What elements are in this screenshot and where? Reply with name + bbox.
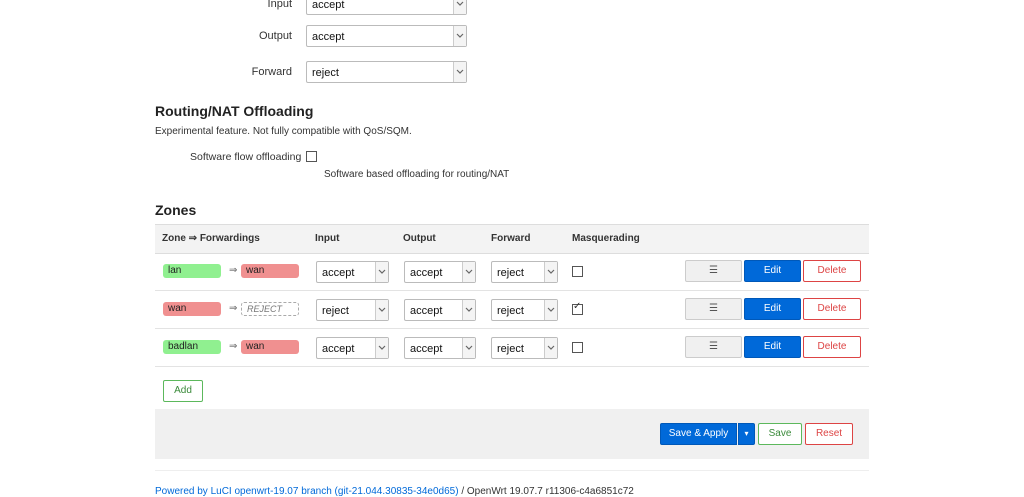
- header-zone: Zone ⇒ Forwardings: [162, 233, 260, 244]
- default-input-row: Input accept: [0, 0, 600, 17]
- default-output-label: Output: [258, 30, 292, 42]
- powered-by: Powered by LuCI openwrt-19.07 branch (gi…: [155, 486, 634, 497]
- chevron-down-icon: [462, 338, 475, 358]
- zone-output-select[interactable]: accept: [404, 337, 476, 359]
- delete-button[interactable]: Delete: [803, 336, 861, 358]
- action-bar: Save & Apply ▾ Save Reset: [155, 409, 869, 459]
- header-input: Input: [315, 233, 340, 244]
- masquerading-checkbox[interactable]: [572, 266, 583, 277]
- default-forward-value: reject: [312, 67, 339, 79]
- zone-badge: lan: [163, 264, 221, 278]
- chevron-down-icon: [544, 262, 557, 282]
- select-value: reject: [497, 305, 524, 317]
- chevron-down-icon: [453, 26, 466, 46]
- add-zone-button[interactable]: Add: [163, 380, 203, 402]
- zone-output-select[interactable]: accept: [404, 299, 476, 321]
- drag-handle-button[interactable]: ☰: [685, 298, 742, 320]
- chevron-down-icon: [544, 338, 557, 358]
- zone-badge: badlan: [163, 340, 221, 354]
- save-apply-button[interactable]: Save & Apply: [660, 423, 737, 445]
- luci-version-link[interactable]: Powered by LuCI openwrt-19.07 branch (gi…: [155, 486, 459, 497]
- zone-row-lan: lan ⇒ wan accept accept reject ☰ Edit De…: [155, 252, 869, 291]
- zone-output-select[interactable]: accept: [404, 261, 476, 283]
- zone-forward-select[interactable]: reject: [491, 261, 558, 283]
- header-masquerading: Masquerading: [572, 233, 640, 244]
- default-output-value: accept: [312, 31, 345, 43]
- zone-row-wan: wan ⇒ REJECT reject accept reject ☰ Edit…: [155, 290, 869, 329]
- zone-input-select[interactable]: accept: [316, 261, 389, 283]
- masquerading-checkbox[interactable]: [572, 342, 583, 353]
- chevron-down-icon: [375, 338, 388, 358]
- forward-badge: wan: [241, 340, 299, 354]
- chevron-down-icon: [462, 300, 475, 320]
- chevron-down-icon: [462, 262, 475, 282]
- edit-button[interactable]: Edit: [744, 260, 801, 282]
- flow-offloading-checkbox[interactable]: [306, 151, 317, 162]
- select-value: reject: [497, 267, 524, 279]
- edit-button[interactable]: Edit: [744, 298, 801, 320]
- forward-badge: wan: [241, 264, 299, 278]
- drag-handle-button[interactable]: ☰: [685, 260, 742, 282]
- default-forward-label: Forward: [251, 66, 292, 78]
- reset-button[interactable]: Reset: [805, 423, 853, 445]
- zones-table-header: Zone ⇒ Forwardings Input Output Forward …: [155, 224, 869, 254]
- save-button[interactable]: Save: [758, 423, 802, 445]
- select-value: reject: [497, 343, 524, 355]
- select-value: accept: [410, 305, 443, 317]
- default-output-select[interactable]: accept: [306, 25, 467, 47]
- masquerading-checkbox[interactable]: [572, 301, 583, 315]
- forward-arrow: ⇒: [229, 341, 238, 352]
- chevron-down-icon: [375, 300, 388, 320]
- forward-arrow: ⇒: [229, 303, 238, 314]
- select-value: accept: [322, 343, 355, 355]
- flow-offloading-hint: Software based offloading for routing/NA…: [324, 169, 510, 180]
- header-output: Output: [403, 233, 436, 244]
- zone-forward-select[interactable]: reject: [491, 299, 558, 321]
- delete-button[interactable]: Delete: [803, 260, 861, 282]
- header-forward: Forward: [491, 233, 531, 244]
- default-input-value: accept: [312, 0, 345, 11]
- default-input-select[interactable]: accept: [306, 0, 467, 15]
- zone-input-select[interactable]: reject: [316, 299, 389, 321]
- edit-button[interactable]: Edit: [744, 336, 801, 358]
- footer-divider: [155, 470, 869, 471]
- chevron-down-icon: [453, 62, 466, 82]
- zone-badge: wan: [163, 302, 221, 316]
- zone-forward-select[interactable]: reject: [491, 337, 558, 359]
- delete-button[interactable]: Delete: [803, 298, 861, 320]
- flow-offloading-label: Software flow offloading: [190, 151, 302, 163]
- openwrt-version: / OpenWrt 19.07.7 r11306-c4a6851c72: [458, 486, 634, 497]
- default-input-label: Input: [267, 0, 292, 10]
- chevron-down-icon: [375, 262, 388, 282]
- forward-arrow: ⇒: [229, 265, 238, 276]
- save-apply-dropdown-button[interactable]: ▾: [738, 423, 755, 445]
- offloading-description: Experimental feature. Not fully compatib…: [155, 126, 412, 137]
- select-value: accept: [322, 267, 355, 279]
- forward-badge-reject: REJECT: [241, 302, 299, 316]
- drag-handle-button[interactable]: ☰: [685, 336, 742, 358]
- select-value: reject: [322, 305, 349, 317]
- select-value: accept: [410, 343, 443, 355]
- offloading-title: Routing/NAT Offloading: [155, 103, 314, 119]
- zones-title: Zones: [155, 202, 197, 218]
- chevron-down-icon: [544, 300, 557, 320]
- chevron-down-icon: [453, 0, 466, 14]
- zone-row-badlan: badlan ⇒ wan accept accept reject ☰ Edit…: [155, 328, 869, 367]
- default-forward-row: Forward reject: [0, 61, 600, 85]
- zone-input-select[interactable]: accept: [316, 337, 389, 359]
- default-forward-select[interactable]: reject: [306, 61, 467, 83]
- default-output-row: Output accept: [0, 25, 600, 49]
- select-value: accept: [410, 267, 443, 279]
